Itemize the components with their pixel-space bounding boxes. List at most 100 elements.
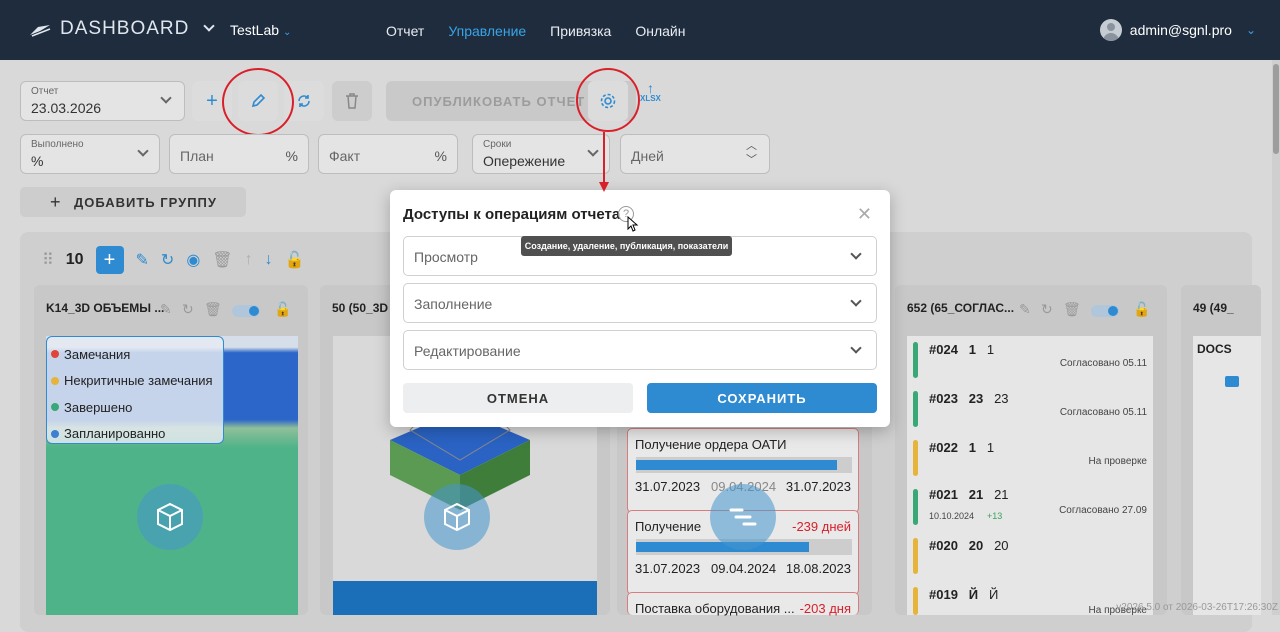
task-title: Получение ордера ОАТИ	[635, 437, 787, 452]
legend-label: Некритичные замечания	[64, 373, 213, 389]
export-xlsx-button[interactable]: ↑ XLSX	[640, 80, 661, 103]
list-item[interactable]: #024 1 1 Согласовано 05.11	[907, 336, 1153, 386]
delete-button[interactable]	[332, 81, 372, 121]
trash-icon[interactable]: 🗑	[1063, 301, 1081, 318]
status-stripe	[913, 489, 918, 525]
item-status: Согласовано 05.11	[1059, 358, 1147, 369]
save-button[interactable]: СОХРАНИТЬ	[647, 383, 877, 413]
open-3d-button[interactable]	[137, 484, 203, 550]
lock-open-icon[interactable]: 🔓	[274, 301, 291, 318]
days-field[interactable]: Дней ︿ ﹀	[620, 134, 770, 174]
arrow-up-icon[interactable]: ↑	[245, 251, 253, 269]
report-label: Отчет	[31, 86, 59, 97]
plus-icon: +	[50, 191, 62, 212]
highlight-circle	[222, 68, 294, 136]
card-title: K14_3D ОБЪЕМЫ ...	[46, 301, 165, 315]
task-title: Поставка оборудования ...	[635, 601, 795, 616]
lock-open-icon[interactable]: 🔓	[285, 250, 305, 270]
card-title: 50 (50_3D	[332, 301, 389, 315]
trash-icon[interactable]: 🗑	[204, 301, 222, 318]
chevron-down-icon	[587, 145, 599, 157]
pencil-icon[interactable]: ✎	[160, 301, 172, 318]
lock-open-icon[interactable]: 🔓	[1133, 301, 1150, 318]
add-group-button[interactable]: + ДОБАВИТЬ ГРУППУ	[20, 187, 246, 217]
item-code: #020 20 20	[929, 538, 1009, 553]
terms-label: Сроки	[483, 139, 512, 150]
menu-online[interactable]: Онлайн	[635, 23, 685, 39]
open-schedule-button[interactable]	[710, 484, 776, 550]
list-item[interactable]: #023 23 23 Согласовано 05.11	[907, 385, 1153, 435]
plus-icon: +	[206, 89, 218, 112]
status-legend: Замечания Некритичные замечания Завершен…	[46, 336, 224, 444]
open-3d-button[interactable]	[424, 484, 490, 550]
plan-suffix: %	[285, 148, 298, 164]
main-menu: Отчет Управление Привязка Онлайн	[386, 23, 685, 39]
item-code: #019 Й Й	[929, 587, 999, 602]
stepper-icon[interactable]: ︿ ﹀	[746, 139, 757, 167]
publish-label: ОПУБЛИКОВАТЬ ОТЧЕТ	[412, 93, 586, 109]
help-tooltip: Создание, удаление, публикация, показате…	[521, 236, 732, 256]
version-text: v2026.5.0 от 2026-03-26T17:26:30Z	[1116, 602, 1278, 613]
select-label: Заполнение	[414, 296, 493, 312]
menu-binding[interactable]: Привязка	[550, 23, 611, 39]
visibility-toggle[interactable]	[232, 305, 260, 317]
legend-label: Запланированно	[64, 426, 166, 442]
chevron-down-icon	[160, 92, 172, 104]
eye-icon[interactable]: ◉	[186, 250, 200, 270]
legend-dot	[51, 429, 59, 438]
fill-access-select[interactable]: Заполнение	[403, 283, 877, 323]
list-item[interactable]: #021 21 21 10.10.2024 +13 Согласовано 27…	[907, 483, 1153, 533]
trash-icon[interactable]: 🗑	[212, 250, 232, 270]
user-menu[interactable]: admin@sgnl.pro ⌄	[1099, 19, 1256, 41]
arrow-down-icon[interactable]: ↓	[265, 251, 273, 269]
refresh-icon[interactable]: ↻	[182, 301, 194, 318]
status-stripe	[913, 391, 918, 427]
task-progress	[636, 457, 852, 473]
pencil-icon[interactable]: ✎	[1019, 301, 1031, 318]
plan-field[interactable]: План %	[169, 134, 309, 174]
done-select[interactable]: Выполнено %	[20, 134, 160, 174]
folder-icon[interactable]	[1225, 376, 1239, 387]
close-icon[interactable]: ✕	[857, 204, 872, 225]
group-count: 10	[65, 251, 84, 268]
report-date-select[interactable]: Отчет 23.03.2026	[20, 81, 185, 121]
drag-handle-icon[interactable]: ⠿	[42, 250, 54, 270]
task-card[interactable]: Поставка оборудования ... -203 дня	[627, 592, 859, 616]
chevron-down-icon	[850, 295, 862, 307]
fact-field[interactable]: Факт %	[318, 134, 458, 174]
docs-label: DOCS	[1197, 342, 1232, 356]
edit-access-select[interactable]: Редактирование	[403, 330, 877, 370]
cube-icon	[444, 502, 470, 532]
chevron-down-icon	[850, 248, 862, 260]
visibility-toggle[interactable]	[1091, 305, 1119, 317]
list-item[interactable]: #020 20 20	[907, 532, 1153, 582]
menu-management[interactable]: Управление	[448, 23, 526, 39]
logo-icon	[30, 25, 51, 37]
add-card-button[interactable]: +	[95, 246, 124, 274]
select-label: Просмотр	[414, 249, 478, 265]
refresh-icon[interactable]: ↻	[161, 250, 174, 270]
top-navbar: DASHBOARD TestLab ⌄ Отчет Управление При…	[0, 0, 1280, 60]
cancel-button[interactable]: ОТМЕНА	[403, 383, 633, 413]
upload-arrow-icon: ↑	[646, 80, 654, 96]
model-footer-bar	[333, 581, 597, 615]
done-label: Выполнено	[31, 139, 84, 150]
project-selector[interactable]: TestLab ⌄	[230, 22, 291, 38]
chevron-down-icon	[203, 20, 216, 32]
legend-dot	[51, 350, 59, 359]
scrollbar-thumb[interactable]	[1273, 64, 1279, 154]
status-stripe	[913, 587, 918, 615]
chevron-down-icon	[850, 342, 862, 354]
refresh-icon	[298, 95, 310, 107]
card-title: 49 (49_	[1193, 301, 1234, 315]
list-item[interactable]: #022 1 1 На проверке	[907, 434, 1153, 484]
page-scrollbar[interactable]	[1272, 60, 1280, 615]
status-stripe	[913, 342, 918, 378]
pencil-icon[interactable]: ✎	[136, 250, 149, 270]
terms-select[interactable]: Сроки Опережение	[472, 134, 610, 174]
menu-report[interactable]: Отчет	[386, 23, 424, 39]
app-logo[interactable]: DASHBOARD	[28, 18, 216, 40]
report-value: 23.03.2026	[31, 100, 102, 116]
plan-placeholder: План	[180, 148, 214, 164]
refresh-icon[interactable]: ↻	[1041, 301, 1053, 318]
